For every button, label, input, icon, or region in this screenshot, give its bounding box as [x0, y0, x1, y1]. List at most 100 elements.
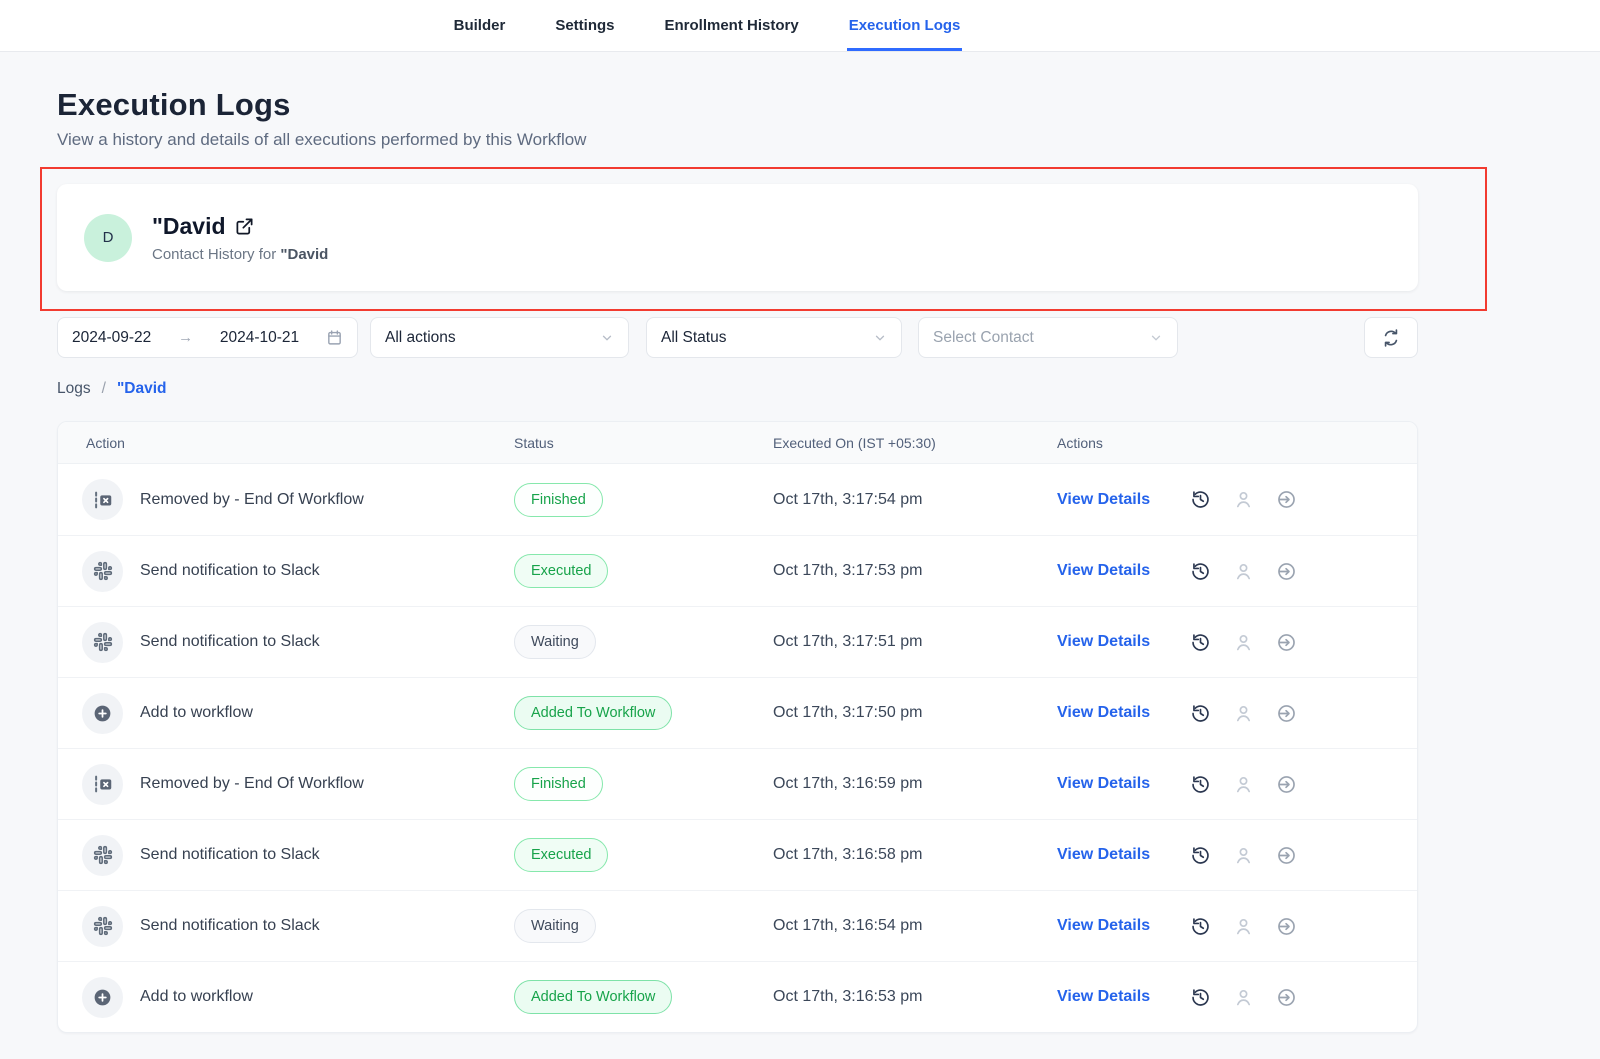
- nav-tab[interactable]: Builder: [452, 0, 508, 51]
- action-icon-circle: [82, 835, 123, 876]
- status-badge: Executed: [514, 554, 608, 588]
- action-filter-select[interactable]: All actions: [370, 317, 629, 358]
- user-icon[interactable]: [1233, 987, 1254, 1008]
- contact-filter-select[interactable]: Select Contact: [918, 317, 1178, 358]
- user-icon[interactable]: [1233, 561, 1254, 582]
- add-to-workflow-icon: [92, 987, 113, 1008]
- view-details-link[interactable]: View Details: [1057, 775, 1150, 793]
- history-clock-icon[interactable]: [1190, 916, 1211, 937]
- status-cell: Waiting: [514, 625, 773, 659]
- slack-icon: [93, 561, 113, 581]
- enter-arrow-icon[interactable]: [1276, 987, 1297, 1008]
- nav-tab[interactable]: Enrollment History: [663, 0, 801, 51]
- view-details-link[interactable]: View Details: [1057, 491, 1150, 509]
- view-details-link[interactable]: View Details: [1057, 704, 1150, 722]
- executed-on-cell: Oct 17th, 3:16:53 pm: [773, 988, 1057, 1006]
- date-from-value[interactable]: 2024-09-22: [72, 329, 151, 347]
- nav-tab[interactable]: Settings: [553, 0, 616, 51]
- user-icon[interactable]: [1233, 845, 1254, 866]
- enter-arrow-icon[interactable]: [1276, 632, 1297, 653]
- date-to-value[interactable]: 2024-10-21: [220, 329, 299, 347]
- table-row: Send notification to Slack Executed Oct …: [58, 819, 1417, 890]
- status-badge: Waiting: [514, 909, 596, 943]
- history-clock-icon[interactable]: [1190, 632, 1211, 653]
- column-header-status: Status: [514, 435, 773, 451]
- breadcrumb-logs[interactable]: Logs: [57, 380, 91, 398]
- history-clock-icon[interactable]: [1190, 774, 1211, 795]
- contact-history-prefix: Contact History for: [152, 246, 280, 263]
- status-badge: Waiting: [514, 625, 596, 659]
- action-label: Add to workflow: [140, 988, 253, 1006]
- action-cell: Add to workflow: [58, 693, 514, 734]
- action-label: Removed by - End Of Workflow: [140, 775, 364, 793]
- status-badge: Executed: [514, 838, 608, 872]
- date-range-arrow-icon: →: [178, 329, 193, 346]
- action-filter-value: All actions: [385, 329, 456, 347]
- status-badge: Finished: [514, 483, 603, 517]
- user-icon[interactable]: [1233, 489, 1254, 510]
- view-details-link[interactable]: View Details: [1057, 988, 1150, 1006]
- page-content: Execution Logs View a history and detail…: [0, 52, 1418, 1033]
- status-cell: Added To Workflow: [514, 980, 773, 1014]
- enter-arrow-icon[interactable]: [1276, 703, 1297, 724]
- action-label: Removed by - End Of Workflow: [140, 491, 364, 509]
- view-details-link[interactable]: View Details: [1057, 846, 1150, 864]
- end-of-workflow-icon: [92, 773, 114, 795]
- slack-icon: [93, 916, 113, 936]
- history-clock-icon[interactable]: [1190, 703, 1211, 724]
- top-navbar: Builder Settings Enrollment History Exec…: [0, 0, 1600, 52]
- enter-arrow-icon[interactable]: [1276, 845, 1297, 866]
- enter-arrow-icon[interactable]: [1276, 489, 1297, 510]
- history-clock-icon[interactable]: [1190, 561, 1211, 582]
- table-row: Send notification to Slack Waiting Oct 1…: [58, 890, 1417, 961]
- page-subtitle: View a history and details of all execut…: [57, 130, 1418, 150]
- status-badge: Added To Workflow: [514, 696, 672, 730]
- column-header-actions: Actions: [1057, 435, 1417, 451]
- action-cell: Send notification to Slack: [58, 906, 514, 947]
- status-cell: Finished: [514, 767, 773, 801]
- row-actions-cell: View Details: [1057, 632, 1417, 653]
- row-actions-cell: View Details: [1057, 774, 1417, 795]
- nav-tab[interactable]: Execution Logs: [847, 0, 963, 51]
- user-icon[interactable]: [1233, 703, 1254, 724]
- external-link-icon[interactable]: [235, 217, 254, 236]
- enter-arrow-icon[interactable]: [1276, 916, 1297, 937]
- view-details-link[interactable]: View Details: [1057, 633, 1150, 651]
- action-label: Send notification to Slack: [140, 846, 320, 864]
- table-row: Add to workflow Added To Workflow Oct 17…: [58, 677, 1417, 748]
- refresh-icon: [1381, 328, 1401, 348]
- history-clock-icon[interactable]: [1190, 489, 1211, 510]
- column-header-executed-on: Executed On (IST +05:30): [773, 435, 1057, 451]
- executed-on-cell: Oct 17th, 3:16:58 pm: [773, 846, 1057, 864]
- history-clock-icon[interactable]: [1190, 845, 1211, 866]
- enter-arrow-icon[interactable]: [1276, 774, 1297, 795]
- contact-card[interactable]: D "David Contact History for "David: [57, 184, 1418, 291]
- executed-on-cell: Oct 17th, 3:17:54 pm: [773, 491, 1057, 509]
- breadcrumb-current: "David: [117, 380, 167, 398]
- view-details-link[interactable]: View Details: [1057, 917, 1150, 935]
- breadcrumb: Logs / "David: [57, 380, 1418, 398]
- chevron-down-icon: [600, 331, 614, 345]
- enter-arrow-icon[interactable]: [1276, 561, 1297, 582]
- user-icon[interactable]: [1233, 632, 1254, 653]
- slack-icon: [93, 845, 113, 865]
- status-filter-value: All Status: [661, 329, 726, 347]
- executed-on-cell: Oct 17th, 3:16:59 pm: [773, 775, 1057, 793]
- contact-info: "David Contact History for "David: [152, 213, 328, 263]
- user-icon[interactable]: [1233, 916, 1254, 937]
- user-icon[interactable]: [1233, 774, 1254, 795]
- action-cell: Removed by - End Of Workflow: [58, 479, 514, 520]
- date-range-picker[interactable]: 2024-09-22 → 2024-10-21: [57, 317, 358, 358]
- action-label: Add to workflow: [140, 704, 253, 722]
- contact-history-name: "David: [280, 246, 328, 263]
- action-cell: Removed by - End Of Workflow: [58, 764, 514, 805]
- history-clock-icon[interactable]: [1190, 987, 1211, 1008]
- executed-on-cell: Oct 17th, 3:17:50 pm: [773, 704, 1057, 722]
- status-cell: Executed: [514, 554, 773, 588]
- table-row: Add to workflow Added To Workflow Oct 17…: [58, 961, 1417, 1032]
- status-filter-select[interactable]: All Status: [646, 317, 902, 358]
- action-cell: Send notification to Slack: [58, 551, 514, 592]
- add-to-workflow-icon: [92, 703, 113, 724]
- refresh-button[interactable]: [1364, 317, 1418, 358]
- view-details-link[interactable]: View Details: [1057, 562, 1150, 580]
